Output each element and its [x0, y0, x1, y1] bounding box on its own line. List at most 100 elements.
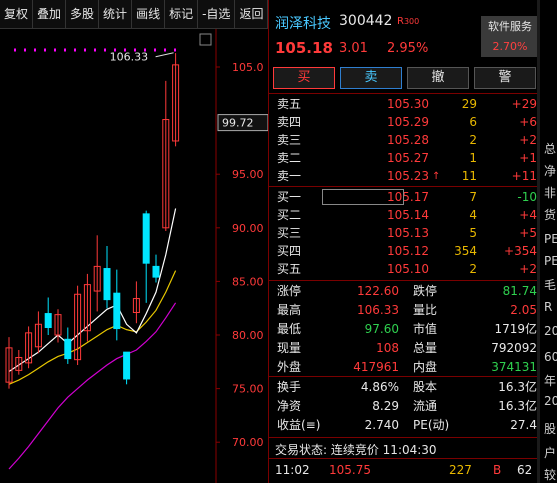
up-arrow-icon: ↑ [432, 171, 441, 182]
quote-panel: 润泽科技 300442 R300 软件服务 2.70% 105.18 3.01 … [268, 0, 541, 483]
stat-row: 外盘 417961 内盘 374131 [269, 358, 541, 377]
ask-price: 105.27 [387, 151, 429, 165]
axis-label: 85.00 [232, 275, 264, 288]
ask-volume: 29 [461, 97, 477, 111]
stat-row: 换手 4.86% 股本 16.3亿 [269, 378, 541, 397]
price-change: 3.01 [339, 41, 368, 56]
ask-row[interactable]: 卖三 105.28 2 +2 [269, 131, 541, 150]
stat-row: 现量 108 总量 792092 [269, 339, 541, 358]
buy-button[interactable]: 买 [273, 67, 335, 89]
edge-label: 净 [544, 164, 557, 178]
stat-label: 市值 [413, 322, 438, 336]
sell-button[interactable]: 卖 [340, 67, 402, 89]
stat-value: 417961 [353, 360, 399, 374]
r-badge: R300 [397, 16, 419, 27]
cancel-order-button[interactable]: 撤 [407, 67, 469, 89]
edge-label: 总 [544, 142, 557, 156]
bid-row[interactable]: 买一 105.17 7 -10 [269, 188, 541, 207]
stock-name[interactable]: 润泽科技 [275, 13, 331, 33]
ask-delta: +1 [519, 151, 537, 165]
edge-label: R [544, 300, 553, 314]
bid-row[interactable]: 买五 105.10 2 +2 [269, 260, 541, 279]
back-button[interactable]: 返回 [235, 0, 269, 28]
ma5-line [8, 208, 177, 372]
ask-price: 105.30 [387, 97, 429, 111]
price-alert-button[interactable]: 警 [474, 67, 536, 89]
selected-bid-highlight [322, 189, 404, 205]
bid-level-label: 买五 [277, 262, 302, 276]
stat-row: 最低 97.60 市值 1719亿 [269, 320, 541, 339]
bid-volume: 7 [469, 190, 477, 204]
candlestick-chart[interactable]: 105.0 95.00 90.00 85.00 80.00 75.00 70.00 99.72… [0, 29, 268, 483]
stat-value: 4.86% [360, 380, 399, 394]
mark-button[interactable]: 标记 [165, 0, 199, 28]
trading-status: 交易状态: 连续竞价 11:04:30 [275, 443, 437, 457]
bid-volume: 4 [469, 208, 477, 222]
stat-label: 净资 [277, 399, 302, 413]
stat-label: 最低 [277, 322, 302, 336]
divider [269, 186, 541, 187]
ask-delta: +6 [519, 115, 537, 129]
multi-stock-button[interactable]: 多股 [66, 0, 100, 28]
stat-label: 换手 [277, 380, 302, 394]
candle-body [152, 265, 160, 278]
edge-label: 60 [544, 350, 557, 364]
overlay-button[interactable]: 叠加 [33, 0, 67, 28]
ma10-line [8, 270, 177, 385]
statistics-button[interactable]: 统计 [99, 0, 133, 28]
stat-value: 97.60 [364, 322, 399, 336]
stat-value: 106.33 [357, 303, 399, 317]
bid-delta: +5 [519, 226, 537, 240]
ask-price: 105.23 [387, 169, 429, 183]
stat-value: 16.3亿 [498, 380, 537, 394]
ask-volume: 1 [469, 151, 477, 165]
r-badge-board: 300 [403, 17, 420, 26]
stat-value: 27.4 [510, 418, 537, 432]
adjust-button[interactable]: 复权 [0, 0, 34, 28]
ask-row[interactable]: 卖二 105.27 1 +1 [269, 149, 541, 168]
stat-value: 8.29 [372, 399, 399, 413]
bid-delta: -10 [517, 190, 537, 204]
candle-body [103, 268, 111, 301]
bid-level-label: 买三 [277, 226, 302, 240]
axis-label: 80.00 [232, 329, 264, 342]
ask-delta: +29 [511, 97, 537, 111]
edge-label: PE [544, 232, 557, 246]
bid-price: 105.10 [387, 262, 429, 276]
edge-label: 股 [544, 422, 557, 436]
bid-volume: 2 [469, 262, 477, 276]
stat-label: 流通 [413, 399, 438, 413]
stat-label: 总量 [413, 341, 438, 355]
bid-row[interactable]: 买四 105.12 354 +354 [269, 242, 541, 261]
bid-row[interactable]: 买三 105.13 5 +5 [269, 224, 541, 243]
stat-row: 净资 8.29 流通 16.3亿 [269, 397, 541, 416]
bid-delta: +2 [519, 262, 537, 276]
candle-body [142, 213, 150, 264]
axis-label: 70.00 [232, 436, 264, 449]
remove-watchlist-button[interactable]: -自选 [198, 0, 236, 28]
stat-row: 最高 106.33 量比 2.05 [269, 301, 541, 320]
draw-line-button[interactable]: 画线 [132, 0, 166, 28]
ask-price: 105.29 [387, 115, 429, 129]
divider [269, 376, 541, 377]
axis-label: 95.00 [232, 168, 264, 181]
ask-volume: 2 [469, 133, 477, 147]
stat-value: 2.05 [510, 303, 537, 317]
ask-level-label: 卖三 [277, 133, 302, 147]
ask-row[interactable]: 卖一 105.23 11 +11 ↑ [269, 167, 541, 186]
ask-row[interactable]: 卖四 105.29 6 +6 [269, 113, 541, 132]
price-change-pct: 2.95% [387, 41, 429, 56]
stat-row: 收益(≡) 2.740 PE(动) 27.4 [269, 416, 541, 435]
divider [269, 93, 541, 94]
tick-time: 11:02 [275, 463, 310, 477]
bid-volume: 5 [469, 226, 477, 240]
ask-level-label: 卖一 [277, 169, 302, 183]
ask-row[interactable]: 卖五 105.30 29 +29 [269, 95, 541, 114]
bid-delta: +4 [519, 208, 537, 222]
bid-row[interactable]: 买二 105.14 4 +4 [269, 206, 541, 225]
axis-label: 90.00 [232, 222, 264, 235]
stat-row: 涨停 122.60 跌停 81.74 [269, 282, 541, 301]
tick-price: 105.75 [329, 463, 371, 477]
sector-name[interactable]: 软件服务 [481, 16, 539, 37]
stat-label: 量比 [413, 303, 438, 317]
